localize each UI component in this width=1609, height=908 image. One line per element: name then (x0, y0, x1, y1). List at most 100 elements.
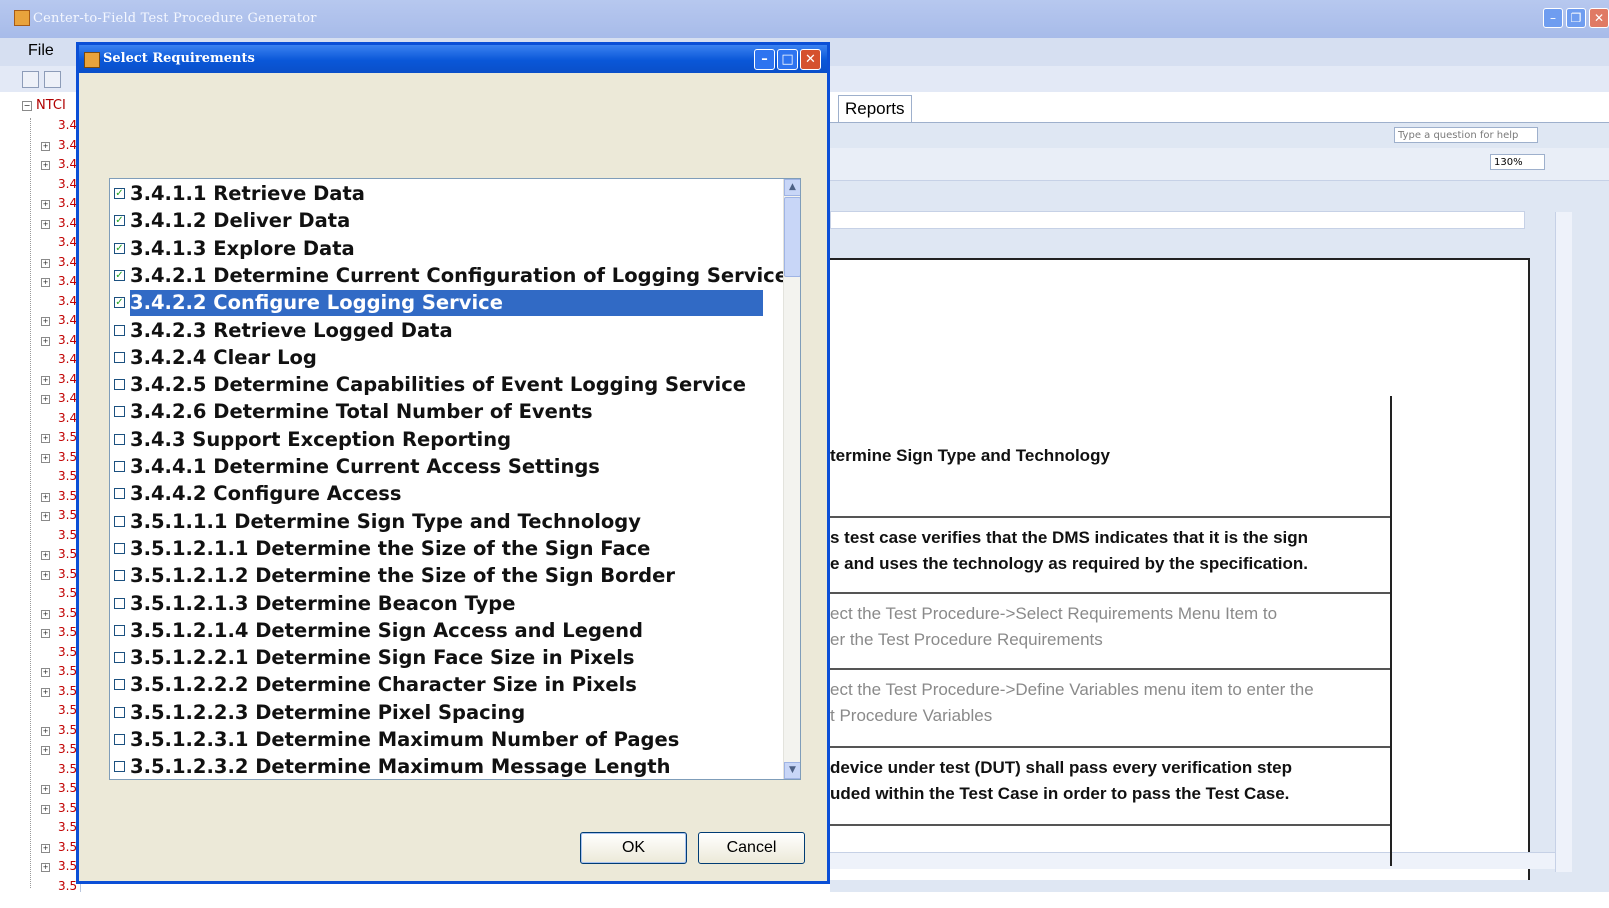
checklist-scrollbar[interactable]: ▲ ▼ (783, 179, 800, 779)
expand-icon[interactable]: + (41, 492, 50, 502)
tree-item[interactable]: 3.5 (58, 450, 77, 464)
requirement-item[interactable]: 3.5.1.2.1.1 Determine the Size of the Si… (110, 536, 782, 562)
restore-icon[interactable]: ❐ (1566, 8, 1586, 28)
tab-reports[interactable]: Reports (838, 95, 912, 122)
close-icon[interactable]: ✕ (1589, 8, 1609, 28)
tree-item[interactable]: 3.4 (58, 138, 77, 152)
expand-icon[interactable]: + (41, 804, 50, 814)
requirement-item[interactable]: ✓ 3.4.1.3 Explore Data (110, 236, 782, 262)
tree-item[interactable]: 3.5 (58, 469, 77, 483)
menu-file[interactable]: File (28, 42, 54, 60)
tree-item[interactable]: 3.4 (58, 333, 77, 347)
tree-root[interactable]: − NTCI (22, 98, 66, 113)
tree-item[interactable]: 3.4 (58, 118, 77, 132)
requirement-item[interactable]: ✓ 3.4.1.2 Deliver Data (110, 208, 782, 234)
requirement-item[interactable]: 3.5.1.2.2.3 Determine Pixel Spacing (110, 700, 782, 726)
requirement-item[interactable]: ✓ 3.4.2.2 Configure Logging Service (110, 290, 782, 317)
tree-item[interactable]: 3.5 (58, 879, 77, 893)
tree-item[interactable]: 3.4 (58, 294, 77, 308)
tree-item[interactable]: 3.4 (58, 196, 77, 210)
requirement-checkbox[interactable] (114, 734, 125, 745)
expand-icon[interactable]: + (41, 161, 50, 170)
requirement-checkbox[interactable] (114, 570, 125, 582)
tree-item[interactable]: 3.5 (58, 840, 77, 854)
requirement-checkbox[interactable] (114, 324, 125, 336)
requirement-checkbox[interactable] (114, 761, 125, 773)
tree-item[interactable]: 3.5 (58, 625, 77, 639)
requirement-item[interactable]: 3.4.2.4 Clear Log (110, 345, 782, 371)
dialog-title-bar[interactable]: Select Requirements – □ ✕ (79, 45, 827, 73)
requirement-checkbox[interactable] (114, 433, 125, 445)
tree-item[interactable]: 3.4 (58, 255, 77, 269)
requirement-checkbox[interactable] (114, 597, 125, 609)
requirement-item[interactable]: 3.4.2.5 Determine Capabilities of Event … (110, 372, 782, 398)
requirement-checkbox[interactable] (114, 515, 125, 527)
expand-icon[interactable]: + (41, 629, 50, 638)
scroll-up-icon[interactable]: ▲ (784, 179, 800, 196)
expand-icon[interactable]: + (41, 278, 50, 287)
requirement-item[interactable]: 3.4.2.3 Retrieve Logged Data (110, 318, 782, 344)
tree-item[interactable]: 3.4 (58, 235, 77, 249)
requirement-item[interactable]: ✓ 3.4.1.1 Retrieve Data (110, 181, 782, 207)
tree-item[interactable]: 3.4 (58, 313, 77, 327)
expand-icon[interactable]: + (41, 375, 50, 385)
tree-item[interactable]: 3.5 (58, 508, 77, 522)
requirement-checkbox[interactable] (114, 488, 125, 500)
expand-icon[interactable]: + (41, 668, 50, 677)
requirement-checkbox[interactable] (114, 406, 125, 418)
requirement-item[interactable]: 3.5.1.2.3.2 Determine Maximum Message Le… (110, 754, 782, 779)
requirement-checkbox[interactable]: ✓ (114, 269, 125, 281)
requirement-item[interactable]: 3.4.2.6 Determine Total Number of Events (110, 399, 782, 425)
document-icon[interactable] (44, 71, 61, 88)
dialog-maximize-icon[interactable]: □ (777, 49, 798, 70)
tree-item[interactable]: 3.4 (58, 391, 77, 405)
requirement-checkbox[interactable]: ✓ (114, 215, 125, 227)
requirement-checkbox[interactable] (114, 679, 125, 691)
zoom-select[interactable]: 130% (1490, 154, 1545, 170)
main-title-bar[interactable]: Center-to-Field Test Procedure Generator… (0, 0, 1609, 38)
tree-item[interactable]: 3.4 (58, 411, 77, 425)
tree-item[interactable]: 3.5 (58, 762, 77, 776)
tree-item[interactable]: 3.4 (58, 372, 77, 386)
tree-item[interactable]: 3.5 (58, 606, 77, 620)
requirement-checkbox[interactable] (114, 624, 125, 636)
tree-item[interactable]: 3.5 (58, 567, 77, 581)
requirement-item[interactable]: 3.4.4.1 Determine Current Access Setting… (110, 454, 782, 480)
expand-icon[interactable]: + (41, 726, 50, 736)
tree-item[interactable]: 3.5 (58, 586, 77, 600)
tree-item[interactable]: 3.4 (58, 274, 77, 288)
requirements-checklist[interactable]: ✓ 3.4.1.1 Retrieve Data ✓ 3.4.1.2 Deliver D… (109, 178, 801, 780)
tree-item[interactable]: 3.5 (58, 528, 77, 542)
requirement-item[interactable]: 3.5.1.2.2.2 Determine Character Size in … (110, 672, 782, 698)
tree-item[interactable]: 3.5 (58, 489, 77, 503)
tree-item[interactable]: 3.5 (58, 547, 77, 561)
tree-item[interactable]: 3.4 (58, 157, 77, 171)
requirement-item[interactable]: 3.5.1.2.1.4 Determine Sign Access and Le… (110, 618, 782, 644)
tree-item[interactable]: 3.5 (58, 820, 77, 834)
dialog-minimize-icon[interactable]: – (754, 49, 775, 70)
expand-icon[interactable]: + (41, 609, 50, 619)
expand-icon[interactable]: + (41, 258, 50, 268)
requirement-item[interactable]: 3.5.1.2.3.1 Determine Maximum Number of … (110, 727, 782, 753)
tree-item[interactable]: 3.5 (58, 742, 77, 756)
expand-icon[interactable]: + (41, 863, 50, 872)
expand-icon[interactable]: + (41, 687, 50, 697)
requirement-item[interactable]: 3.4.4.2 Configure Access (110, 481, 782, 507)
tree-item[interactable]: 3.5 (58, 664, 77, 678)
tree-item[interactable]: 3.5 (58, 723, 77, 737)
tree-item[interactable]: 3.5 (58, 645, 77, 659)
expand-icon[interactable]: + (41, 141, 50, 151)
requirement-checkbox[interactable] (114, 706, 125, 718)
requirement-checkbox[interactable]: ✓ (114, 297, 125, 309)
expand-icon[interactable]: + (41, 453, 50, 463)
requirement-checkbox[interactable] (114, 542, 125, 554)
expand-icon[interactable]: + (41, 746, 50, 755)
requirement-item[interactable]: 3.5.1.2.1.3 Determine Beacon Type (110, 591, 782, 617)
requirement-item[interactable]: 3.5.1.2.1.2 Determine the Size of the Si… (110, 563, 782, 589)
tree-item[interactable]: 3.4 (58, 352, 77, 366)
expand-icon[interactable]: + (41, 219, 50, 229)
scroll-thumb[interactable] (784, 197, 800, 277)
expand-icon[interactable]: + (41, 512, 50, 521)
requirement-checkbox[interactable]: ✓ (114, 242, 125, 254)
expand-icon[interactable]: + (41, 785, 50, 794)
